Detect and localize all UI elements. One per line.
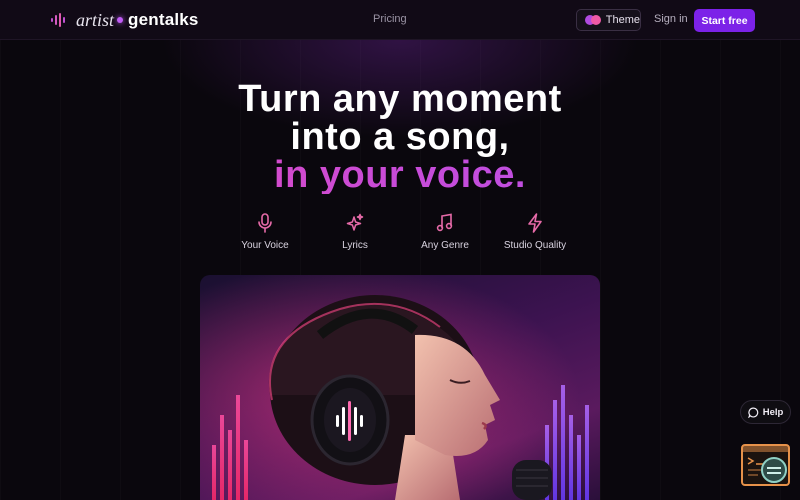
waveform-logo-icon <box>51 13 65 27</box>
sparkles-icon <box>346 213 364 231</box>
brand-artist-text: artist <box>76 9 115 30</box>
magnifier-icon[interactable] <box>759 455 789 485</box>
feature-label: Your Voice <box>241 240 289 251</box>
nav-link-pricing[interactable]: Pricing <box>373 13 407 25</box>
help-label: Help <box>762 406 784 418</box>
brand-gentalks-text: gentalks <box>128 10 199 29</box>
chat-bubble-icon <box>747 407 758 418</box>
hero-title: Turn any moment into a song, in your voi… <box>0 80 800 194</box>
lightning-icon <box>528 213 542 233</box>
theme-icon <box>585 15 601 25</box>
theme-toggle-button[interactable]: Theme <box>576 9 641 31</box>
hero-illustration <box>200 275 600 500</box>
start-free-button[interactable]: Start free <box>694 9 755 32</box>
sign-in-link[interactable]: Sign in <box>654 13 688 25</box>
feature-label: Any Genre <box>421 240 469 251</box>
singer-with-headphones-illustration <box>200 275 600 500</box>
feature-label: Studio Quality <box>503 240 567 251</box>
top-nav: artist gentalks Pricing Theme Sign in St… <box>0 0 800 40</box>
feature-your-voice: Your Voice <box>215 213 315 251</box>
hero-title-accent: in your voice. <box>0 156 800 194</box>
music-note-icon <box>436 213 453 232</box>
feature-any-genre: Any Genre <box>395 213 495 251</box>
hero-title-line2: into a song, <box>290 116 510 158</box>
theme-label: Theme <box>605 14 640 26</box>
brand-logo[interactable]: artist gentalks <box>50 9 199 31</box>
feature-lyrics: Lyrics <box>305 213 405 251</box>
help-button[interactable]: Help <box>740 400 791 424</box>
feature-studio-quality: Studio Quality <box>485 213 585 251</box>
hero-title-line1: Turn any moment <box>238 78 562 120</box>
feature-label: Lyrics <box>342 240 368 251</box>
microphone-icon <box>258 213 272 233</box>
brand-dot <box>117 17 124 23</box>
